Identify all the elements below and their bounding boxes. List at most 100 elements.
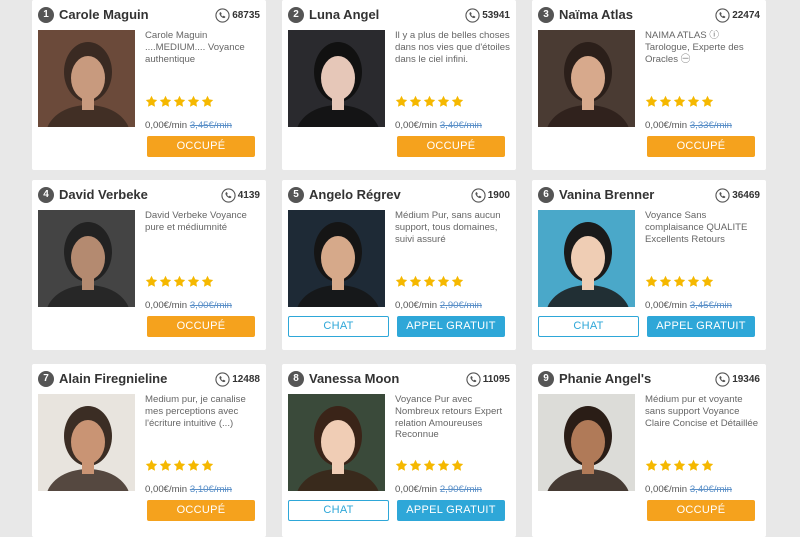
call-count-value: 68735 [232,9,260,21]
psychic-photo[interactable] [38,210,135,307]
star-icon [409,459,422,471]
rank-badge: 5 [288,187,304,203]
rank-badge: 6 [538,187,554,203]
star-icon [659,275,672,287]
star-icon [395,459,408,471]
busy-button[interactable]: OCCUPÉ [647,500,755,521]
call-count-value: 53941 [482,9,510,21]
star-icon [423,95,436,107]
psychic-name-link[interactable]: Carole Maguin [59,6,149,24]
free-call-button[interactable]: APPEL GRATUIT [397,316,505,337]
phone-icon [715,187,730,203]
star-icon [701,95,714,107]
card-header: 7 Alain Firegnieline 12488 [38,370,260,390]
chat-button[interactable]: CHAT [538,316,639,337]
current-price: 0,00€/min [645,120,688,131]
psychic-description: Médium pur et voyante sans support Voyan… [645,394,759,429]
star-icon [201,459,214,471]
psychic-name-link[interactable]: Vanina Brenner [559,186,654,204]
phone-icon [715,7,730,23]
portrait-image [538,394,635,491]
star-icon [187,459,200,471]
psychic-name-link[interactable]: Luna Angel [309,6,379,24]
free-call-button[interactable]: APPEL GRATUIT [647,316,755,337]
psychic-photo[interactable] [38,394,135,491]
rating-stars [645,459,714,472]
rating-stars [645,95,714,108]
star-icon [201,275,214,287]
star-icon [645,459,658,471]
call-count-value: 36469 [732,189,760,201]
star-icon [159,275,172,287]
price: 0,00€/min 3,45€/min [145,120,232,131]
call-count-value: 11095 [482,373,510,385]
psychic-photo[interactable] [538,30,635,127]
psychic-photo[interactable] [288,210,385,307]
rating-stars [395,459,464,472]
psychic-description: Carole Maguin ....MEDIUM.... Voyance aut… [145,30,245,65]
chat-button[interactable]: CHAT [288,316,389,337]
busy-button[interactable]: OCCUPÉ [147,500,255,521]
card-header: 9 Phanie Angel's 19346 [538,370,760,390]
psychic-description: Medium pur, je canalise mes perceptions … [145,394,246,429]
old-price: 3,10€/min [189,484,232,495]
price: 0,00€/min 3,45€/min [645,300,732,311]
star-icon [173,459,186,471]
star-icon [687,95,700,107]
star-icon [673,459,686,471]
psychic-photo[interactable] [38,30,135,127]
star-icon [659,95,672,107]
phone-icon [221,187,236,203]
busy-button[interactable]: OCCUPÉ [647,136,755,157]
portrait-image [538,210,635,307]
psychic-card: 8 Vanessa Moon 11095 Voyance Pur avec Nombr… [282,364,516,537]
call-count: 12488 [215,371,260,387]
portrait-image [538,30,635,127]
chat-button[interactable]: CHAT [288,500,389,521]
psychic-name-link[interactable]: Alain Firegnieline [59,370,167,388]
call-count: 53941 [465,7,510,23]
psychic-name-link[interactable]: David Verbeke [59,186,148,204]
psychic-grid: 1 Carole Maguin 68735 Carole Maguin ....MED… [0,0,800,537]
psychic-photo[interactable] [288,30,385,127]
psychic-card: 9 Phanie Angel's 19346 Médium pur et voyant… [532,364,766,537]
psychic-photo[interactable] [288,394,385,491]
busy-button[interactable]: OCCUPÉ [147,136,255,157]
current-price: 0,00€/min [145,300,188,311]
price: 0,00€/min 3,10€/min [145,484,232,495]
rating-stars [395,275,464,288]
star-icon [159,95,172,107]
rank-badge: 8 [288,371,304,387]
busy-button[interactable]: OCCUPÉ [397,136,505,157]
star-icon [437,275,450,287]
psychic-name-link[interactable]: Angelo Régrev [309,186,401,204]
call-count: 4139 [221,187,260,203]
psychic-photo[interactable] [538,210,635,307]
call-count: 36469 [715,187,760,203]
psychic-description: David Verbeke Voyance pure et médiumnité [145,210,247,233]
call-count-value: 4139 [237,189,260,201]
psychic-name-link[interactable]: Vanessa Moon [309,370,399,388]
free-call-button[interactable]: APPEL GRATUIT [397,500,505,521]
psychic-photo[interactable] [538,394,635,491]
price: 0,00€/min 3,00€/min [145,300,232,311]
psychic-name-link[interactable]: Naïma Atlas [559,6,633,24]
call-count-value: 12488 [232,373,260,385]
phone-icon [215,371,230,387]
psychic-card: 2 Luna Angel 53941 Il y a plus de belles ch… [282,0,516,170]
busy-button[interactable]: OCCUPÉ [147,316,255,337]
star-icon [687,459,700,471]
star-icon [451,95,464,107]
star-icon [423,275,436,287]
rating-stars [145,95,214,108]
portrait-image [288,210,385,307]
psychic-description: Médium Pur, sans aucun support, tous dom… [395,210,501,245]
psychic-card: 4 David Verbeke 4139 David Verbeke Voyance … [32,180,266,350]
star-icon [187,95,200,107]
call-count-value: 1900 [487,189,510,201]
psychic-card: 7 Alain Firegnieline 12488 Medium pur, je c… [32,364,266,537]
rank-badge: 1 [38,7,54,23]
star-icon [687,275,700,287]
card-header: 3 Naïma Atlas 22474 [538,6,760,26]
psychic-name-link[interactable]: Phanie Angel's [559,370,651,388]
